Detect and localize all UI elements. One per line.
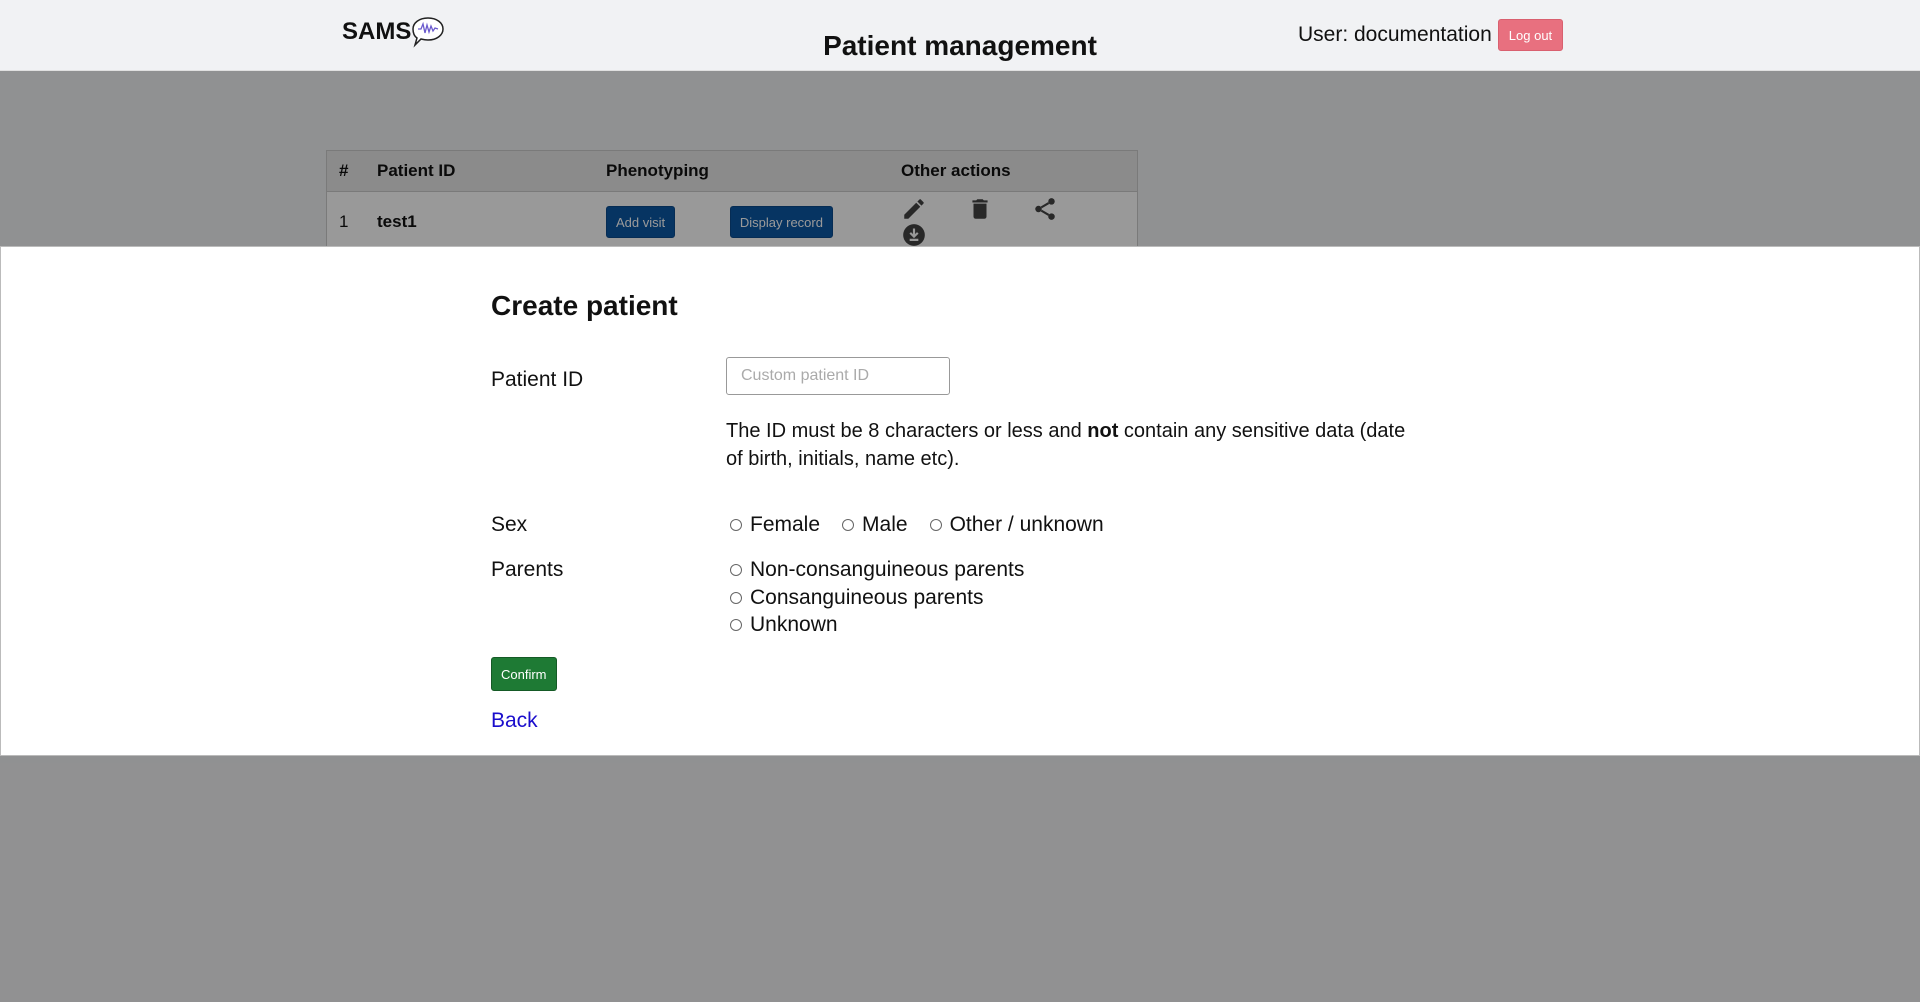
radio-label: Consanguineous parents (750, 586, 984, 609)
radio-button[interactable] (730, 592, 742, 604)
confirm-button[interactable]: Confirm (491, 657, 557, 691)
back-link[interactable]: Back (491, 709, 538, 733)
parents-option-consanguineous[interactable]: Consanguineous parents (726, 586, 984, 610)
sex-radio-group: Female Male Other / unknown (726, 513, 1122, 537)
radio-button[interactable] (730, 619, 742, 631)
radio-label: Unknown (750, 613, 838, 636)
radio-label: Male (862, 513, 908, 536)
radio-button[interactable] (929, 519, 942, 531)
modal-title: Create patient (491, 290, 678, 321)
radio-button[interactable] (730, 564, 742, 576)
parents-option-non-consanguineous[interactable]: Non-consanguineous parents (726, 558, 1024, 582)
radio-button[interactable] (730, 519, 742, 531)
radio-label: Non-consanguineous parents (750, 558, 1025, 581)
page-title: Patient management (823, 30, 1097, 61)
user-area: User: documentation Log out (1298, 19, 1564, 51)
radio-button[interactable] (842, 519, 855, 531)
user-label: User: documentation (1298, 23, 1492, 46)
parents-option-unknown[interactable]: Unknown (726, 613, 838, 637)
sex-option-other[interactable]: Other / unknown (926, 513, 1104, 537)
sex-option-female[interactable]: Female (726, 513, 820, 537)
patient-id-hint: The ID must be 8 characters or less and … (726, 417, 1406, 473)
logout-button[interactable]: Log out (1497, 19, 1564, 51)
create-patient-modal: Create patient Patient ID The ID must be… (0, 246, 1920, 756)
parents-label: Parents (491, 558, 564, 581)
radio-label: Female (750, 513, 821, 536)
sex-label: Sex (491, 513, 528, 536)
patient-id-label: Patient ID (491, 368, 584, 391)
hint-text-start: The ID must be 8 characters or less and (726, 420, 1088, 442)
sex-option-male[interactable]: Male (838, 513, 908, 537)
app-header: SAMS Patient management User: documentat… (0, 0, 1920, 71)
hint-text-bold: not (1087, 420, 1119, 442)
radio-label: Other / unknown (949, 513, 1104, 536)
patient-id-input[interactable] (726, 357, 950, 395)
